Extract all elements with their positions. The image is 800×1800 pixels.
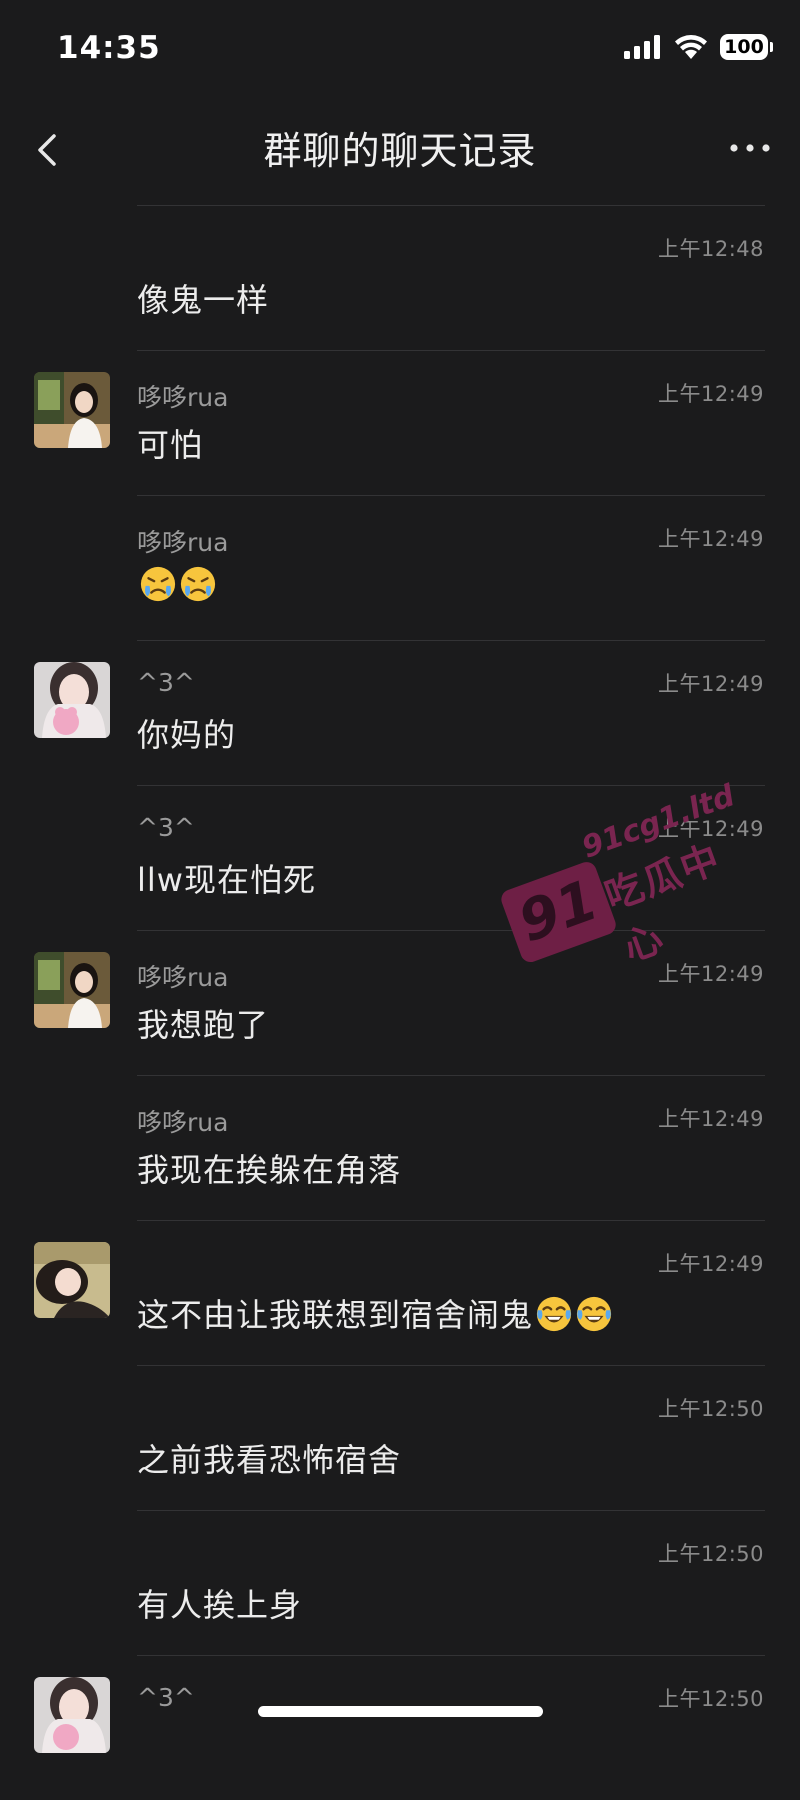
status-time: 14:35 [57,30,161,66]
battery-icon: 100 [720,34,773,60]
status-bar: 14:35 100 [0,0,800,98]
avatar[interactable] [34,952,110,1028]
sender-name: 哆哆rua [137,528,229,557]
message-text: 这不由让我联想到宿舍闹鬼 [137,1290,613,1336]
message-text: 你妈的 [137,716,237,754]
avatar[interactable] [34,662,110,738]
page-title: 群聊的聊天记录 [263,129,537,173]
message-item[interactable]: 上午12:50 之前我看恐怖宿舍 [0,1365,800,1510]
sender-name: 哆哆rua [137,963,229,992]
message-time: 上午12:48 [657,237,764,261]
home-indicator[interactable] [258,1706,543,1717]
more-horizontal-icon [730,144,770,152]
message-time: 上午12:50 [657,1687,764,1711]
avatar[interactable] [34,372,110,448]
nav-bar: 群聊的聊天记录 [0,98,800,202]
message-text: 我想跑了 [137,1006,270,1044]
message-text: 我现在挨躲在角落 [137,1151,402,1189]
message-text: 有人挨上身 [137,1586,303,1624]
message-item[interactable]: 上午12:50 有人挨上身 [0,1510,800,1655]
sender-name: ^3^ [137,668,195,697]
laughing-emoji-icon [576,1296,612,1332]
message-item[interactable]: 哆哆rua 上午12:49 [0,495,800,640]
sender-name: ^3^ [137,813,195,842]
avatar[interactable] [34,1242,110,1318]
message-time: 上午12:49 [657,382,764,406]
message-item[interactable]: 上午12:49 这不由让我联想到宿舍闹鬼 [0,1220,800,1365]
message-time: 上午12:49 [657,1252,764,1276]
message-text: 之前我看恐怖宿舍 [137,1441,402,1479]
sender-name: 哆哆rua [137,1108,229,1137]
sender-name: ^3^ [137,1683,195,1712]
cellular-signal-icon [624,35,660,59]
message-time: 上午12:50 [657,1397,764,1421]
message-time: 上午12:49 [657,672,764,696]
message-item[interactable]: 哆哆rua 上午12:49 我现在挨躲在角落 [0,1075,800,1220]
message-text: 像鬼一样 [137,281,270,319]
wifi-icon [675,35,707,59]
message-item[interactable]: 哆哆rua 上午12:49 可怕 [0,350,800,495]
crying-emoji-icon [180,566,216,602]
message-time: 上午12:49 [657,1107,764,1131]
message-item[interactable]: 上午12:48 像鬼一样 [0,205,800,350]
more-options-button[interactable] [722,126,778,170]
sender-name: 哆哆rua [137,383,229,412]
message-text: 可怕 [137,426,204,464]
message-text-content: 这不由让我联想到宿舍闹鬼 [137,1296,534,1334]
message-text: llw现在怕死 [137,861,316,899]
status-icons: 100 [624,34,773,60]
laughing-emoji-icon [536,1296,572,1332]
message-text [137,565,217,604]
crying-emoji-icon [140,566,176,602]
message-time: 上午12:49 [657,527,764,551]
message-item[interactable]: ^3^ 上午12:50 [0,1655,800,1800]
message-time: 上午12:50 [657,1542,764,1566]
avatar[interactable] [34,1677,110,1753]
